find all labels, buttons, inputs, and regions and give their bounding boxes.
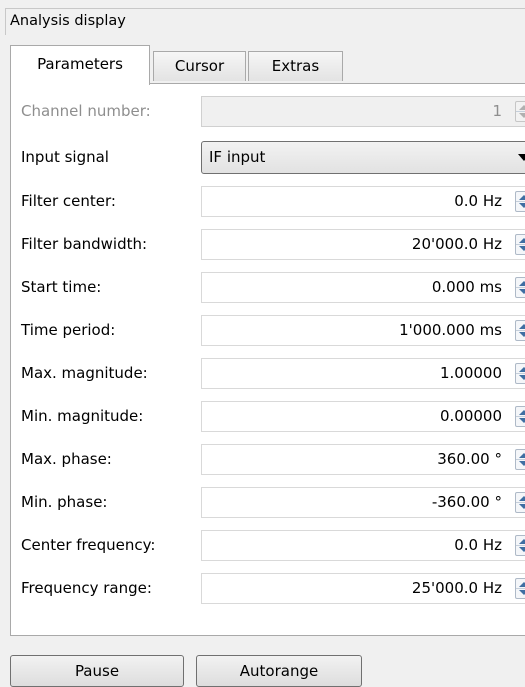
max-magnitude-field[interactable]: 1.00000 (201, 358, 525, 389)
channel-number-value: 1 (492, 102, 502, 120)
center-frequency-label: Center frequency: (21, 536, 156, 554)
spin-arrows-icon[interactable] (515, 578, 525, 599)
spin-arrows-icon[interactable] (515, 320, 525, 341)
spin-arrows-icon[interactable] (515, 363, 525, 384)
min-magnitude-value: 0.00000 (439, 407, 502, 425)
parameters-panel: Channel number: 1 Input signal IF input … (10, 83, 525, 636)
spin-arrows-icon[interactable] (515, 234, 525, 255)
channel-number-label: Channel number: (21, 102, 151, 120)
channel-number-field[interactable]: 1 (201, 96, 525, 127)
spin-arrows-icon[interactable] (515, 449, 525, 470)
min-phase-label: Min. phase: (21, 493, 108, 511)
time-period-label: Time period: (21, 321, 116, 339)
start-time-value: 0.000 ms (431, 278, 502, 296)
tab-extras[interactable]: Extras (248, 51, 343, 81)
autorange-button[interactable]: Autorange (196, 655, 362, 687)
time-period-value: 1'000.000 ms (399, 321, 502, 339)
filter-center-field[interactable]: 0.0 Hz (201, 186, 525, 217)
chevron-down-icon (518, 154, 525, 161)
start-time-field[interactable]: 0.000 ms (201, 272, 525, 303)
min-magnitude-field[interactable]: 0.00000 (201, 401, 525, 432)
filter-center-label: Filter center: (21, 192, 116, 210)
time-period-field[interactable]: 1'000.000 ms (201, 315, 525, 346)
spin-arrows-icon[interactable] (515, 535, 525, 556)
filter-bandwidth-field[interactable]: 20'000.0 Hz (201, 229, 525, 260)
filter-center-value: 0.0 Hz (454, 192, 502, 210)
max-magnitude-label: Max. magnitude: (21, 364, 148, 382)
tab-parameters[interactable]: Parameters (10, 45, 150, 85)
max-phase-label: Max. phase: (21, 450, 112, 468)
spin-arrows-icon[interactable] (515, 277, 525, 298)
tab-cursor[interactable]: Cursor (153, 51, 246, 81)
start-time-label: Start time: (21, 278, 102, 296)
spin-arrows-icon[interactable] (515, 101, 525, 122)
spin-arrows-icon[interactable] (515, 191, 525, 212)
min-phase-value: -360.00 ° (431, 493, 502, 511)
input-signal-select[interactable]: IF input (201, 141, 525, 174)
center-frequency-field[interactable]: 0.0 Hz (201, 530, 525, 561)
filter-bandwidth-value: 20'000.0 Hz (411, 235, 502, 253)
frequency-range-label: Frequency range: (21, 579, 152, 597)
min-magnitude-label: Min. magnitude: (21, 407, 144, 425)
center-frequency-value: 0.0 Hz (454, 536, 502, 554)
spin-arrows-icon[interactable] (515, 406, 525, 427)
max-phase-field[interactable]: 360.00 ° (201, 444, 525, 475)
filter-bandwidth-label: Filter bandwidth: (21, 235, 148, 253)
max-phase-value: 360.00 ° (437, 450, 502, 468)
window-title: Analysis display (5, 8, 525, 35)
max-magnitude-value: 1.00000 (439, 364, 502, 382)
frequency-range-value: 25'000.0 Hz (411, 579, 502, 597)
min-phase-field[interactable]: -360.00 ° (201, 487, 525, 518)
pause-button[interactable]: Pause (10, 655, 184, 687)
input-signal-value: IF input (209, 148, 266, 166)
frequency-range-field[interactable]: 25'000.0 Hz (201, 573, 525, 604)
spin-arrows-icon[interactable] (515, 492, 525, 513)
input-signal-label: Input signal (21, 148, 109, 166)
